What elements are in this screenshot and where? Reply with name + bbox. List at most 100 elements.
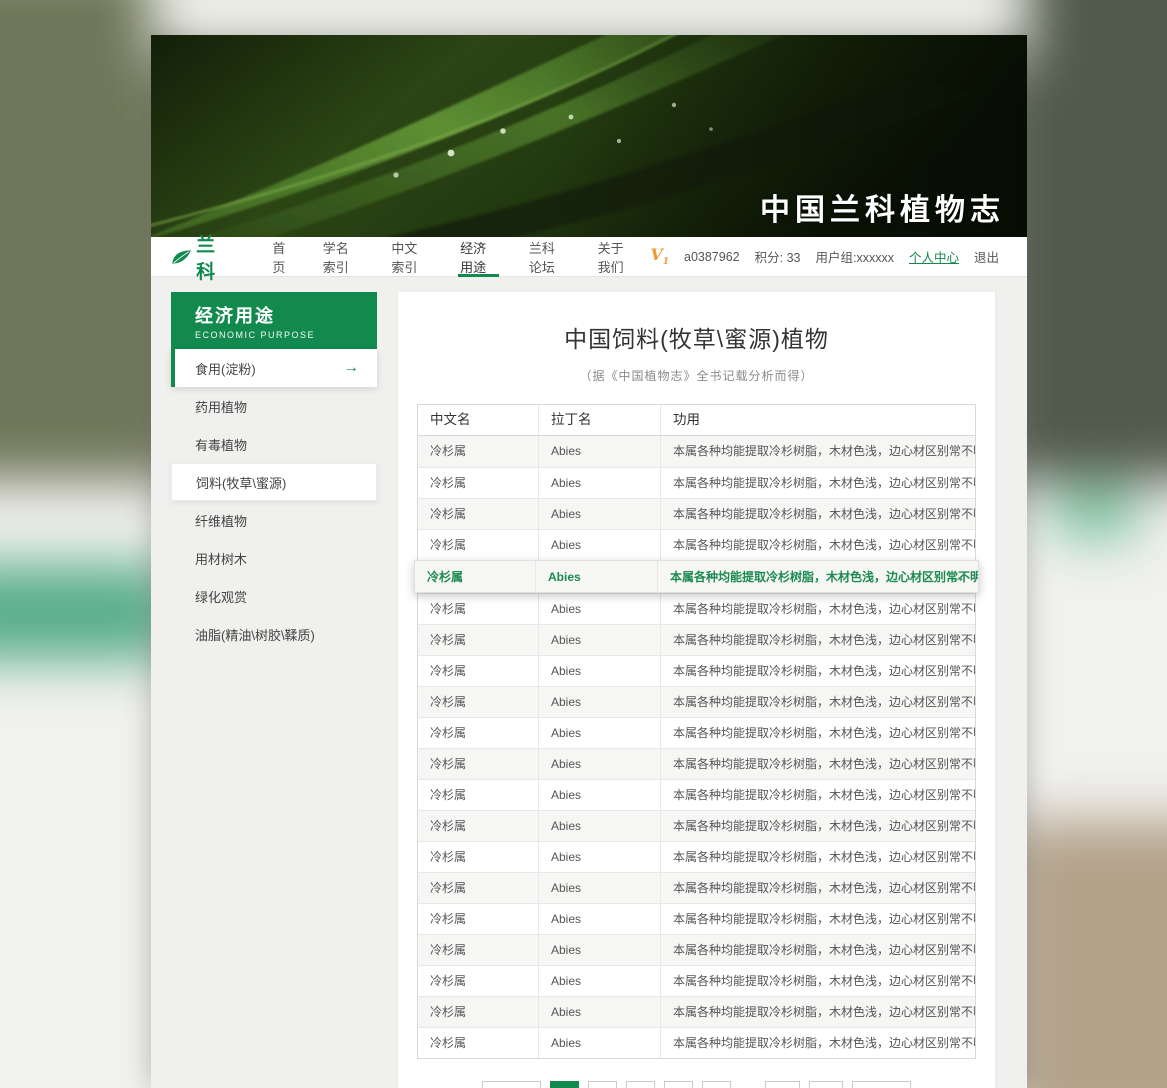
table-cell: Abies: [538, 499, 660, 529]
sidebar-item-label: 纤维植物: [195, 511, 247, 530]
table-cell: 冷杉属: [418, 594, 538, 624]
stage: 中国兰科植物志 致力于打造中国最权威、最全面的兰科植物数据库平台 兰科 首页学名…: [0, 0, 1167, 1088]
nav-item[interactable]: 关于我们: [582, 237, 651, 277]
table-row[interactable]: 冷杉属Abies本属各种均能提取冷杉树脂，木材色浅，边心材区别常不明显，...: [418, 593, 975, 624]
hero-banner: 中国兰科植物志 致力于打造中国最权威、最全面的兰科植物数据库平台: [151, 35, 1027, 237]
table-body: 冷杉属Abies本属各种均能提取冷杉树脂，木材色浅，边心材区别常不明显，...冷…: [418, 436, 975, 1058]
table-cell: 冷杉属: [418, 468, 538, 498]
table-cell: 本属各种均能提取冷杉树脂，木材色浅，边心材区别常不明显，...: [660, 718, 975, 748]
table-cell: 本属各种均能提取冷杉树脂，木材色浅，边心材区别常不明显，...: [660, 811, 975, 841]
table-cell: Abies: [538, 625, 660, 655]
table-header-row: 中文名拉丁名功用: [418, 405, 975, 436]
table-row[interactable]: 冷杉属Abies本属各种均能提取冷杉树脂，木材色浅，边心材区别常不明显，...: [418, 1027, 975, 1058]
table-cell: 冷杉属: [418, 499, 538, 529]
sidebar-item-label: 绿化观赏: [195, 587, 247, 606]
table-row[interactable]: 冷杉属Abies本属各种均能提取冷杉树脂，木材色浅，边心材区别常不明显，...: [418, 467, 975, 498]
nav-item[interactable]: 首页: [256, 237, 306, 277]
user-area: V1 a0387962 积分: 33 用户组:xxxxxx 个人中心 退出: [650, 245, 999, 267]
sidebar-item-label: 油脂(精油\树胶\鞣质): [195, 625, 315, 644]
logout-link[interactable]: 退出: [974, 247, 999, 266]
table-cell: 本属各种均能提取冷杉树脂，木材色浅，边心材区别常不明显，...: [660, 935, 975, 965]
pagination-nav-button[interactable]: 上一页: [482, 1081, 541, 1088]
sidebar-menu: 食用(淀粉) → 药用植物有毒植物饲料(牧草\蜜源) 纤维植物用材树木绿化观赏油脂(精…: [171, 349, 377, 653]
table-row[interactable]: 冷杉属Abies本属各种均能提取冷杉树脂，木材色浅，边心材区别常不明显，...: [418, 436, 975, 467]
table-cell: Abies: [538, 842, 660, 872]
logo-text: 兰科: [196, 230, 230, 284]
table-cell: 本属各种均能提取冷杉树脂，木材色浅，边心材区别常不明显，...: [660, 594, 975, 624]
pagination-page-button[interactable]: 3: [626, 1081, 655, 1088]
nav-menu: 首页学名索引中文索引经济用途兰科论坛关于我们: [256, 237, 650, 277]
table-cell: 本属各种均能提取冷杉树脂，木材色浅，边心材区别常不明显，...: [660, 468, 975, 498]
user-points: 积分: 33: [755, 247, 801, 266]
profile-link[interactable]: 个人中心: [909, 247, 959, 266]
sidebar-item[interactable]: 饲料(牧草\蜜源): [171, 463, 377, 501]
pagination-page-button[interactable]: 5: [702, 1081, 731, 1088]
table-row[interactable]: 冷杉属Abies本属各种均能提取冷杉树脂，木材色浅，边心材区别常不明显，...: [418, 965, 975, 996]
table-cell: Abies: [538, 811, 660, 841]
backdrop-blob: [0, 565, 170, 660]
table-header-cell: 中文名: [418, 405, 538, 435]
table-cell: Abies: [535, 561, 657, 592]
table-cell: 冷杉属: [418, 935, 538, 965]
table-row[interactable]: 冷杉属Abies本属各种均能提取冷杉树脂，木材色浅，边心材区别常不明显，...: [418, 903, 975, 934]
pagination: 上一页12345...6768上一页: [417, 1081, 976, 1088]
nav-item[interactable]: 学名索引: [307, 237, 376, 277]
sidebar-item[interactable]: 有毒植物: [171, 425, 377, 463]
table-cell: 冷杉属: [418, 530, 538, 560]
nav-item[interactable]: 经济用途: [444, 237, 513, 277]
sidebar-item-label: 用材树木: [195, 549, 247, 568]
pagination-page-button[interactable]: 67: [765, 1081, 799, 1088]
table-cell: 冷杉属: [415, 561, 535, 592]
pagination-nav-button[interactable]: 上一页: [852, 1081, 911, 1088]
navbar: 兰科 首页学名索引中文索引经济用途兰科论坛关于我们 V1 a0387962 积分…: [151, 237, 1027, 277]
table-row[interactable]: 冷杉属Abies本属各种均能提取冷杉树脂，木材色浅，边心材区别常不明显，...: [418, 841, 975, 872]
sidebar-header: 经济用途 ECONOMIC PURPOSE: [171, 292, 377, 349]
sidebar-item[interactable]: 绿化观赏: [171, 577, 377, 615]
table-row[interactable]: 冷杉属Abies本属各种均能提取冷杉树脂，木材色浅，边心材区别常不明显，...: [418, 686, 975, 717]
table-cell: 冷杉属: [418, 656, 538, 686]
table-row[interactable]: 冷杉属Abies本属各种均能提取冷杉树脂，木材色浅，边心材区别常不明显，...: [418, 624, 975, 655]
table-row[interactable]: 冷杉属Abies本属各种均能提取冷杉树脂，木材色浅，边心材区别常不明显，...: [418, 934, 975, 965]
nav-item[interactable]: 兰科论坛: [513, 237, 582, 277]
sidebar-item[interactable]: 油脂(精油\树胶\鞣质): [171, 615, 377, 653]
table-cell: Abies: [538, 718, 660, 748]
nav-item[interactable]: 中文索引: [375, 237, 444, 277]
table-row[interactable]: 冷杉属Abies本属各种均能提取冷杉树脂，木材色浅，边心材区别常不明显，...: [418, 996, 975, 1027]
table-row[interactable]: 冷杉属Abies本属各种均能提取冷杉树脂，木材色浅，边心材区别常不明显，...: [418, 498, 975, 529]
sidebar-item[interactable]: 食用(淀粉) →: [171, 349, 377, 387]
table-row[interactable]: 冷杉属Abies本属各种均能提取冷杉树脂，木材色浅，边心材区别常不明显，...: [418, 655, 975, 686]
table-cell: 本属各种均能提取冷杉树脂，木材色浅，边心材区别常不明显，...: [660, 749, 975, 779]
table-cell: 冷杉属: [418, 997, 538, 1027]
site-logo[interactable]: 兰科: [171, 230, 230, 284]
table-row[interactable]: 冷杉属Abies本属各种均能提取冷杉树脂，木材色浅，边心材区别常不明显，...: [418, 748, 975, 779]
table-row[interactable]: 冷杉属Abies本属各种均能提取冷杉树脂，木材色浅，边心材区别常不明显，...: [418, 779, 975, 810]
table-row[interactable]: 冷杉属Abies本属各种均能提取冷杉树脂，木材色浅，边心材区别常不明显，...: [418, 872, 975, 903]
table-row[interactable]: 冷杉属Abies本属各种均能提取冷杉树脂，木材色浅，边心材区别常不明显，...→: [414, 560, 979, 593]
table-cell: 本属各种均能提取冷杉树脂，木材色浅，边心材区别常不明显，...: [660, 656, 975, 686]
table-cell: Abies: [538, 1028, 660, 1058]
pagination-page-button[interactable]: 2: [588, 1081, 617, 1088]
table-cell: 本属各种均能提取冷杉树脂，木材色浅，边心材区别常不明显，...: [660, 499, 975, 529]
table-cell: 本属各种均能提取冷杉树脂，木材色浅，边心材区别常不明显，...: [660, 687, 975, 717]
pagination-page-button[interactable]: 4: [664, 1081, 693, 1088]
sidebar-item[interactable]: 纤维植物: [171, 501, 377, 539]
pagination-page-button[interactable]: 68: [809, 1081, 843, 1088]
table-cell: 冷杉属: [418, 811, 538, 841]
table-cell: Abies: [538, 530, 660, 560]
table-cell: 本属各种均能提取冷杉树脂，木材色浅，边心材区别常不明显，...: [660, 1028, 975, 1058]
sidebar-item-label: 药用植物: [195, 397, 247, 416]
table-row[interactable]: 冷杉属Abies本属各种均能提取冷杉树脂，木材色浅，边心材区别常不明显，...: [418, 717, 975, 748]
table-cell: Abies: [538, 436, 660, 467]
arrow-right-icon: →: [343, 359, 359, 377]
table-cell: Abies: [538, 873, 660, 903]
table-cell: 冷杉属: [418, 718, 538, 748]
table-row[interactable]: 冷杉属Abies本属各种均能提取冷杉树脂，木材色浅，边心材区别常不明显，...: [418, 529, 975, 560]
sidebar-item-label: 食用(淀粉): [195, 359, 256, 378]
sidebar-item[interactable]: 药用植物: [171, 387, 377, 425]
table-cell: 本属各种均能提取冷杉树脂，木材色浅，边心材区别常不明显，...: [660, 625, 975, 655]
table-cell: Abies: [538, 904, 660, 934]
table-row[interactable]: 冷杉属Abies本属各种均能提取冷杉树脂，木材色浅，边心材区别常不明显，...: [418, 810, 975, 841]
table-header-cell: 拉丁名: [538, 405, 660, 435]
sidebar-item[interactable]: 用材树木: [171, 539, 377, 577]
pagination-page-button[interactable]: 1: [550, 1081, 579, 1088]
